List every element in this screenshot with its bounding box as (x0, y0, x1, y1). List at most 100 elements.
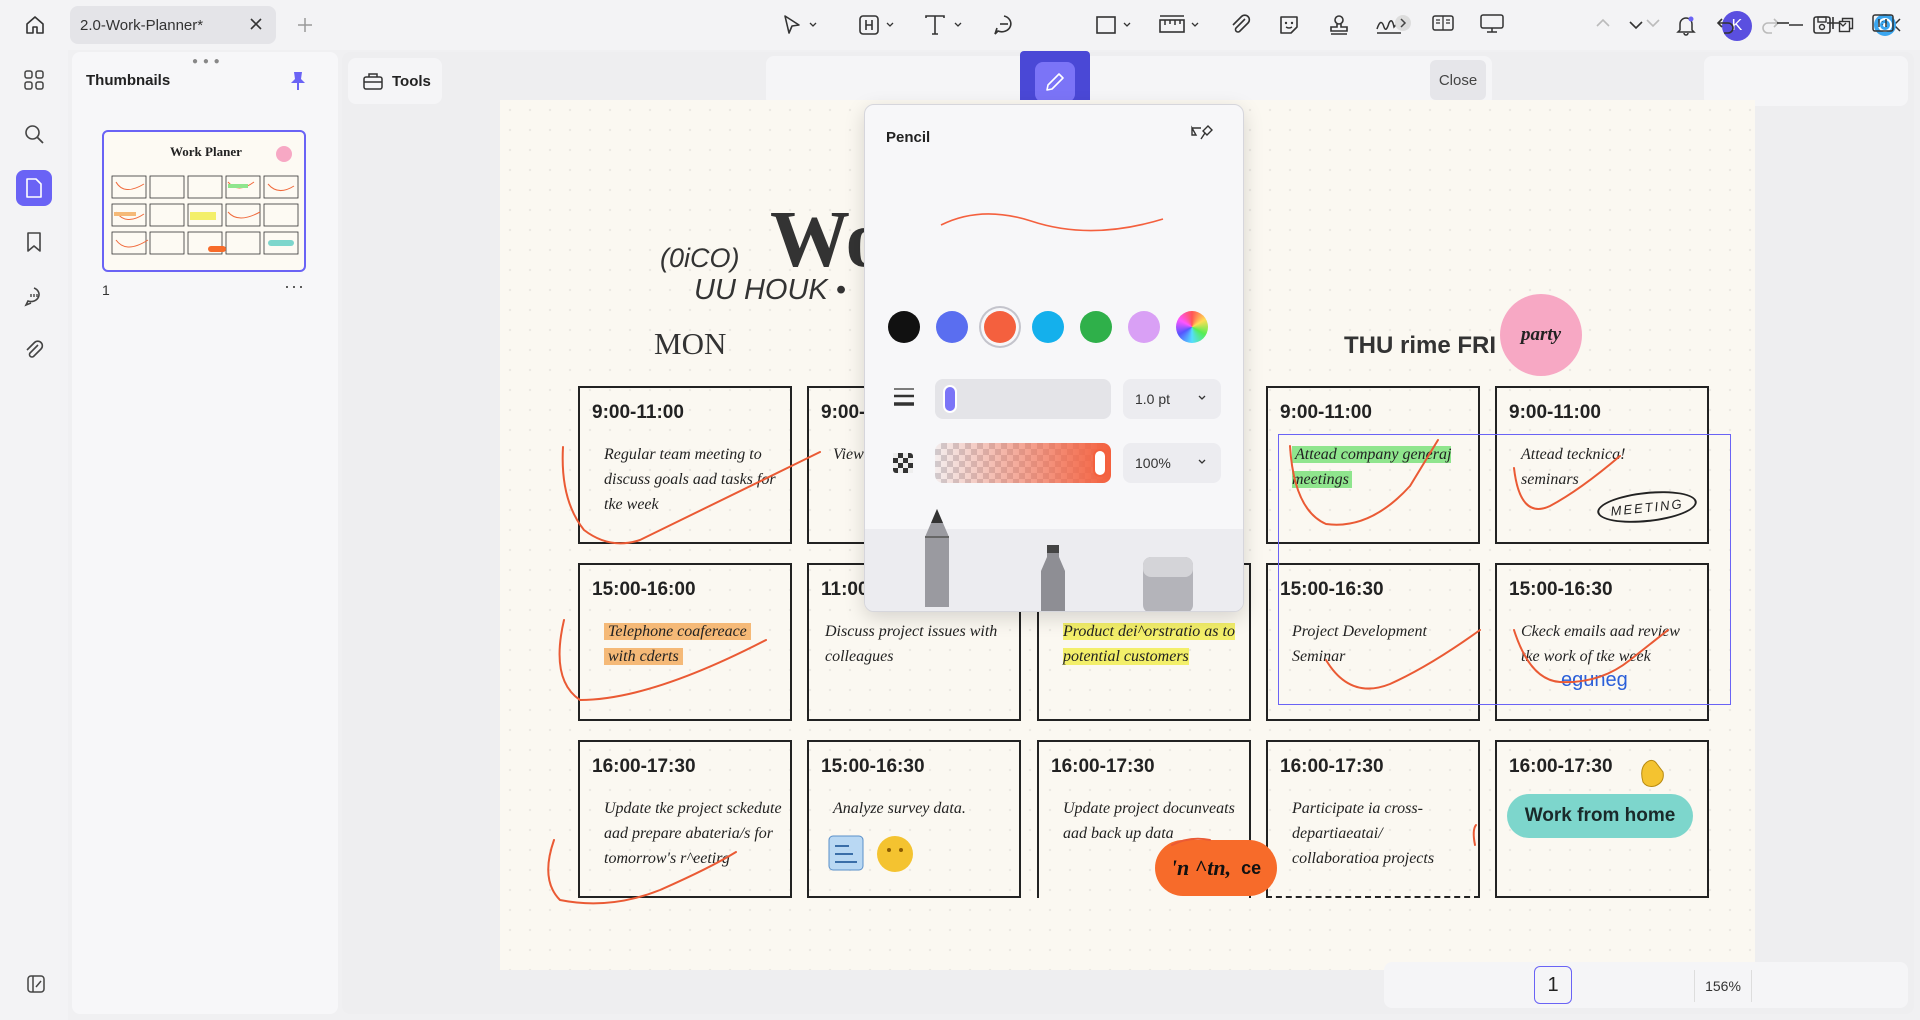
cell-text: Regular team meeting to discuss goals aa… (604, 446, 776, 513)
color-swatch-purple[interactable] (1128, 311, 1160, 343)
orange-sticker-text: 'n ^tn, (1170, 855, 1232, 880)
thumbnails-panel: ● ● ● Thumbnails Work Planer 1 ··· (72, 52, 338, 1014)
opacity-dropdown[interactable]: 100% (1123, 443, 1221, 483)
cell-time: 16:00-17:30 (1051, 756, 1155, 777)
popup-pin-icon[interactable] (1189, 123, 1215, 152)
thickness-slider-thumb[interactable] (943, 385, 957, 413)
opacity-icon (893, 453, 913, 478)
thickness-slider[interactable] (935, 379, 1111, 419)
chevron-down-icon (809, 22, 817, 27)
annotation-toolbar (766, 56, 1492, 106)
page-navigation-bar (1384, 962, 1908, 1008)
chevron-down-icon (1123, 22, 1131, 27)
chevron-down-icon (954, 22, 962, 27)
day-label-mon: MON (654, 326, 727, 361)
orange-sticker[interactable]: 'n ^tn, ce (1155, 840, 1277, 896)
color-swatch-black[interactable] (888, 311, 920, 343)
logo-small: (0iCO) (660, 243, 740, 273)
shape-tool[interactable] (1094, 9, 1132, 41)
survey-stickers (828, 835, 913, 872)
planner-cell[interactable]: 9:00-11:00 Regular team meeting to discu… (578, 386, 792, 544)
highlighter-icon (859, 15, 879, 35)
paperclip-icon (1232, 14, 1251, 33)
zoom-in-icon[interactable] (1820, 8, 1846, 38)
planner-cell[interactable]: 16:00-17:30 Participate ia cross-departi… (1266, 740, 1480, 898)
pages-icon[interactable] (16, 170, 52, 206)
marker-tip-icon[interactable] (1029, 543, 1077, 612)
cell-time: 16:00-17:30 (592, 756, 696, 777)
planner-cell[interactable]: 15:00-16:30 Analyze survey data. (807, 740, 1021, 898)
color-swatch-green[interactable] (1080, 311, 1112, 343)
color-picker-rainbow[interactable] (1176, 311, 1208, 343)
page-subtitle: UU HOUK • (694, 274, 846, 306)
home-icon[interactable] (18, 11, 52, 39)
rectangle-icon (1096, 16, 1116, 34)
opacity-value: 100% (1135, 455, 1171, 471)
previous-page-icon[interactable] (1590, 8, 1616, 38)
opacity-slider-thumb[interactable] (1093, 449, 1107, 477)
thickness-icon (893, 387, 915, 412)
attachment-icon[interactable] (16, 332, 52, 368)
work-from-home-badge[interactable]: Work from home (1507, 794, 1693, 838)
apps-grid-icon[interactable] (16, 62, 52, 98)
thumbnails-title: Thumbnails (86, 72, 171, 89)
text-tool[interactable] (923, 9, 963, 41)
document-tab[interactable]: 2.0-Work-Planner* (70, 6, 276, 44)
color-swatch-orange[interactable] (984, 311, 1016, 343)
orange-sticker-text-2: ce (1241, 857, 1262, 878)
pin-icon[interactable] (288, 70, 308, 97)
eraser-tip-icon[interactable] (1141, 553, 1195, 612)
highlighted-text: Telephone coafereace (604, 623, 751, 640)
presentation-icon[interactable] (1476, 8, 1508, 38)
party-sticker[interactable]: party (1500, 294, 1582, 376)
planner-cell[interactable]: 15:00-16:00 Telephone coafereace with cd… (578, 563, 792, 721)
stamp-tool[interactable] (1327, 9, 1351, 41)
page-thumbnail[interactable]: Work Planer (102, 130, 306, 272)
opacity-slider[interactable] (935, 443, 1111, 483)
day-label-thu-fri: THU rime FRI (1344, 332, 1497, 359)
next-page-icon[interactable] (1640, 8, 1666, 38)
cell-time: 15:00-16:00 (592, 579, 696, 600)
panel-drag-handle[interactable]: ● ● ● (192, 56, 221, 67)
panel-settings-icon[interactable] (20, 968, 52, 1000)
actual-size-icon[interactable] (1868, 8, 1898, 38)
bookmark-icon[interactable] (16, 224, 52, 260)
pencil-tip-icon[interactable] (915, 507, 959, 607)
select-tool[interactable] (780, 9, 818, 41)
zoom-out-icon[interactable] (1770, 8, 1796, 38)
thumbnail-page-number: 1 (102, 282, 110, 298)
color-swatch-cyan[interactable] (1032, 311, 1064, 343)
close-toolbar-button[interactable]: Close (1430, 60, 1486, 100)
new-tab-icon[interactable] (292, 12, 318, 38)
zoom-level[interactable]: 156% (1694, 970, 1752, 1002)
tools-button[interactable]: Tools (348, 58, 442, 104)
clapping-hands-sticker (1641, 759, 1664, 787)
planner-cell[interactable]: 16:00-17:30 Work from home (1495, 740, 1709, 898)
chevron-down-icon (886, 22, 894, 27)
color-swatch-blue[interactable] (936, 311, 968, 343)
comment-tool[interactable] (992, 9, 1016, 41)
thumbnail-more-button[interactable]: ··· (284, 276, 305, 297)
ruler-icon (1159, 15, 1185, 33)
comments-icon[interactable] (16, 278, 52, 314)
measure-tool[interactable] (1158, 9, 1200, 41)
undo-icon[interactable] (1714, 9, 1738, 41)
notification-bell-icon[interactable] (1670, 10, 1702, 40)
collapse-arrow-icon[interactable] (1392, 8, 1414, 38)
search-icon[interactable] (16, 116, 52, 152)
highlight-tool[interactable] (857, 9, 895, 41)
sticker-tool[interactable] (1277, 9, 1301, 41)
thickness-dropdown[interactable]: 1.0 pt (1123, 379, 1221, 419)
text-icon (925, 15, 945, 35)
page-number-input[interactable]: 1 (1534, 966, 1572, 1004)
close-tab-icon[interactable] (248, 16, 264, 36)
planner-cell[interactable]: 16:00-17:30 Update tke project sckedute … (578, 740, 792, 898)
cell-text: Participate ia cross-departiaeatai/ coll… (1292, 800, 1435, 867)
chevron-down-icon (1198, 459, 1206, 464)
cell-time: 15:00-16:30 (821, 756, 925, 777)
attach-tool[interactable] (1228, 9, 1252, 41)
thickness-value: 1.0 pt (1135, 391, 1171, 407)
cell-time: 16:00-17:30 (1509, 756, 1613, 777)
selection-rectangle[interactable] (1278, 434, 1731, 705)
two-page-view-icon[interactable] (1428, 8, 1458, 38)
